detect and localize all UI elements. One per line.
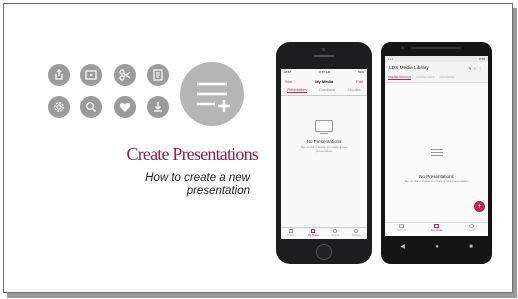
empty-state-hint: Tap on the + button to create a new pres…: [404, 179, 469, 183]
tab-presentations[interactable]: Presentations: [287, 88, 307, 93]
list-placeholder-icon: [431, 149, 443, 159]
segment-tabs: Presentations Downloads Favorites: [281, 86, 367, 96]
add-presentation-button[interactable]: +: [474, 201, 485, 212]
bottom-nav: Browse My Media Search: [385, 222, 488, 236]
sort-button[interactable]: Sort: [285, 79, 292, 84]
status-time: 8:58: [479, 57, 485, 61]
camera-icon: [401, 46, 404, 49]
android-mockup: ▪ ▪ ▪ 8:58 LDS Media Library ✎≡⋮ PRESENT…: [381, 42, 492, 264]
edit-button[interactable]: Edit: [356, 79, 363, 84]
tab-favorites[interactable]: FAVORITES: [440, 75, 456, 80]
gear-icon: [354, 229, 359, 233]
download-icon: [147, 96, 169, 118]
app-bar-actions[interactable]: ✎≡⋮: [468, 66, 484, 71]
tab-my-media[interactable]: My Media: [308, 229, 319, 237]
video-icon: [80, 64, 102, 86]
nav-title: My Media: [315, 78, 334, 84]
system-nav-bar: ◀ ● ■: [385, 238, 488, 256]
share-icon: [48, 64, 70, 86]
tab-bar: Browse My Media Search Settings: [281, 227, 367, 239]
tab-label: Search: [467, 229, 476, 232]
browse-icon: [289, 229, 294, 233]
tab-label: Browse: [287, 234, 296, 237]
add-presentation-icon: [180, 62, 244, 126]
tab-favorites[interactable]: Favorites: [348, 88, 361, 93]
search-icon: [80, 96, 102, 118]
battery-text: 81%: [357, 70, 364, 74]
tab-search[interactable]: Search: [467, 224, 476, 236]
tab-settings[interactable]: Settings: [352, 229, 361, 237]
slide-shadow-bottom: [7, 293, 515, 298]
recents-icon[interactable]: ■: [469, 244, 473, 250]
search-icon: [468, 224, 474, 228]
home-icon[interactable]: ●: [435, 244, 439, 250]
empty-state-hint: Tap on the + button to create a new pres…: [300, 145, 348, 153]
tab-label: My Media: [431, 229, 443, 232]
tab-downloads[interactable]: Downloads: [319, 88, 335, 93]
tab-label: My Media: [308, 234, 319, 237]
presentation-placeholder-icon: [315, 120, 333, 132]
page-title: Create Presentations: [126, 144, 259, 164]
slide-shadow-right: [513, 8, 517, 298]
browse-icon: [399, 224, 405, 228]
tabs: PRESENTATIONS DOWNLOADS FAVORITES: [385, 74, 488, 83]
notification-icons: ▪ ▪ ▪: [388, 57, 393, 61]
scissors-icon: [114, 64, 136, 86]
iphone-mockup: AT&T 8:57 AM 81% Sort My Media Edit Pres…: [276, 42, 372, 264]
search-icon: [333, 229, 338, 233]
tab-label: Search: [331, 234, 340, 237]
tab-browse[interactable]: Browse: [397, 224, 406, 236]
nav-bar: Sort My Media Edit: [281, 76, 367, 86]
carrier-text: AT&T: [284, 70, 292, 74]
page-subtitle: How to create a new presentation: [145, 172, 250, 197]
status-time: 8:57 AM: [319, 70, 331, 74]
tab-my-media[interactable]: My Media: [431, 224, 442, 236]
app-bar: LDS Media Library ✎≡⋮: [385, 62, 488, 74]
tab-label: Browse: [397, 229, 407, 232]
tab-search[interactable]: Search: [331, 229, 339, 237]
app-title: LDS Media Library: [389, 65, 429, 71]
camera-icon: [322, 48, 325, 51]
back-icon[interactable]: ◀: [400, 244, 405, 250]
status-bar: AT&T 8:57 AM 81%: [281, 69, 367, 76]
iphone-screen: AT&T 8:57 AM 81% Sort My Media Edit Pres…: [281, 69, 367, 239]
settings-icon: [48, 96, 70, 118]
speaker-grille: [411, 47, 461, 49]
tab-presentations[interactable]: PRESENTATIONS: [388, 75, 412, 80]
speaker-grille: [314, 55, 334, 57]
slide: Create Presentations How to create a new…: [3, 3, 513, 293]
heart-icon: [114, 96, 136, 118]
tab-browse[interactable]: Browse: [287, 229, 296, 237]
document-icon: [147, 64, 169, 86]
my-media-icon: [434, 224, 440, 228]
tab-downloads[interactable]: DOWNLOADS: [416, 75, 434, 80]
presentation-placeholder-base: [320, 133, 328, 134]
tab-label: Settings: [351, 234, 361, 237]
android-screen: ▪ ▪ ▪ 8:58 LDS Media Library ✎≡⋮ PRESENT…: [385, 56, 488, 236]
my-media-icon: [311, 229, 316, 233]
home-button[interactable]: [316, 244, 332, 260]
empty-state-title: No Presentations: [306, 139, 342, 144]
